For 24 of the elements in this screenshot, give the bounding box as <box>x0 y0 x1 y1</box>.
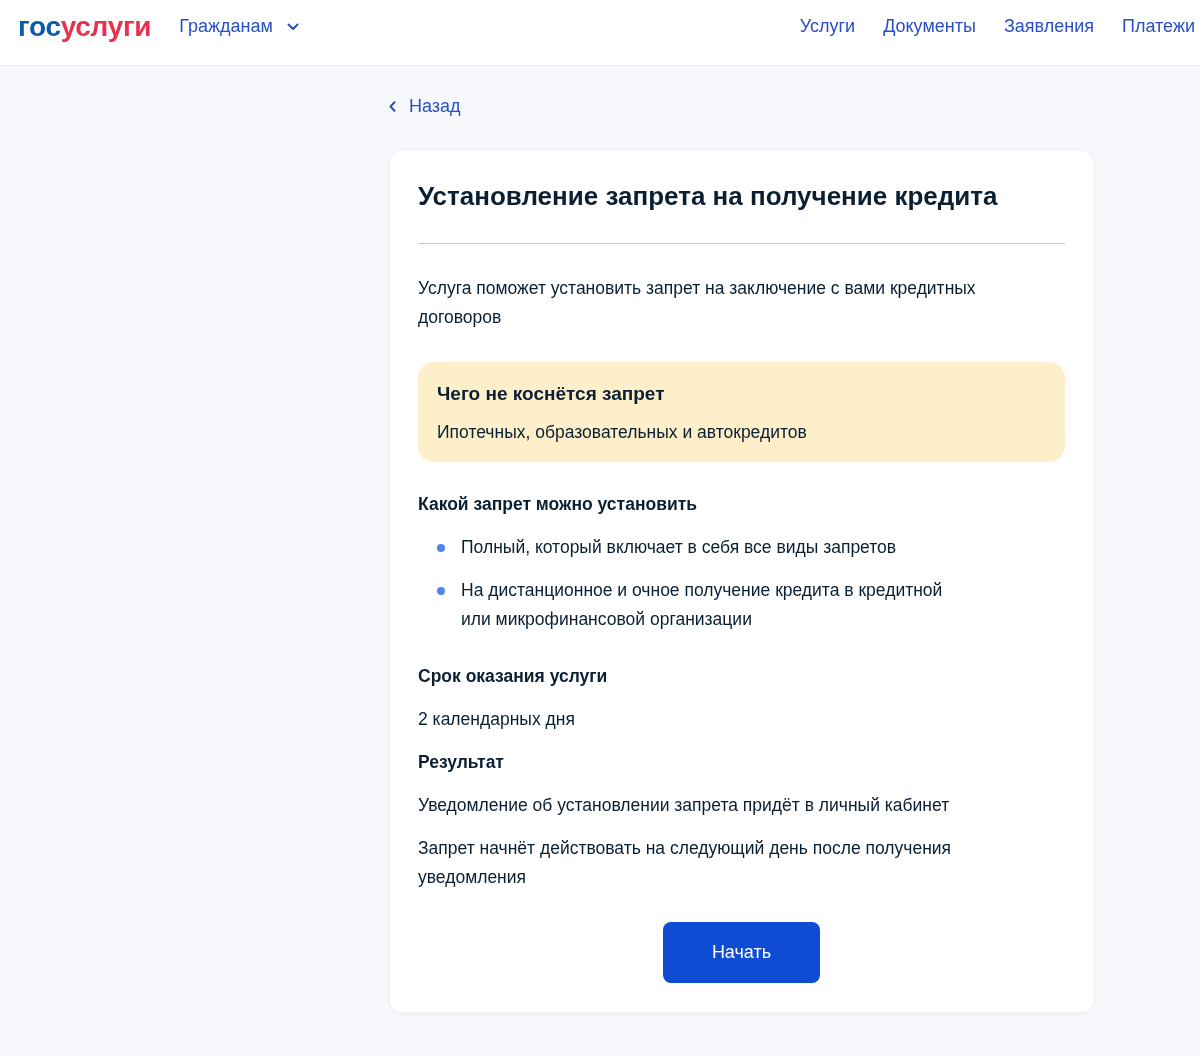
section-text: Запрет начнёт действовать на следующий день после получения уведомления <box>418 837 953 889</box>
start-button[interactable]: Начать <box>663 922 820 983</box>
bullet-icon <box>437 587 445 595</box>
section-heading: Какой запрет можно установить <box>418 493 698 516</box>
nav-link[interactable]: Услуги <box>799 16 856 37</box>
chevron-down-icon <box>286 22 299 31</box>
nav-link[interactable]: Платежи <box>1122 16 1195 37</box>
section-heading: Результат <box>418 751 505 774</box>
bullet-icon <box>437 544 445 552</box>
intro-text: Услуга поможет установить запрет на заключение с вами кредитных договоров <box>418 277 977 329</box>
nav-link[interactable]: Документы <box>883 16 976 37</box>
notice-text: Ипотечных, образовательных и автокредитов <box>437 421 808 444</box>
page-title: Установление запрета на получение кредита <box>418 180 999 213</box>
back-link[interactable]: Назад <box>389 96 461 117</box>
section-heading: Срок оказания услуги <box>418 665 609 688</box>
section-text: 2 календарных дня <box>418 708 576 731</box>
nav-link[interactable]: Заявления <box>1003 16 1094 37</box>
section-text: Уведомление об установлении запрета придёт в личный кабинет <box>418 794 951 817</box>
menu-dropdown[interactable]: Гражданам <box>179 16 299 37</box>
list-item-text: Полный, который включает в себя все виды запретов <box>461 536 897 559</box>
list-item-text: На дистанционное и очное получение кредита в кредитной или микрофинансовой организации <box>461 579 944 631</box>
notice-title: Чего не коснётся запрет <box>437 382 666 406</box>
logo[interactable]: госуслуги <box>18 9 152 44</box>
chevron-left-icon <box>389 101 396 112</box>
